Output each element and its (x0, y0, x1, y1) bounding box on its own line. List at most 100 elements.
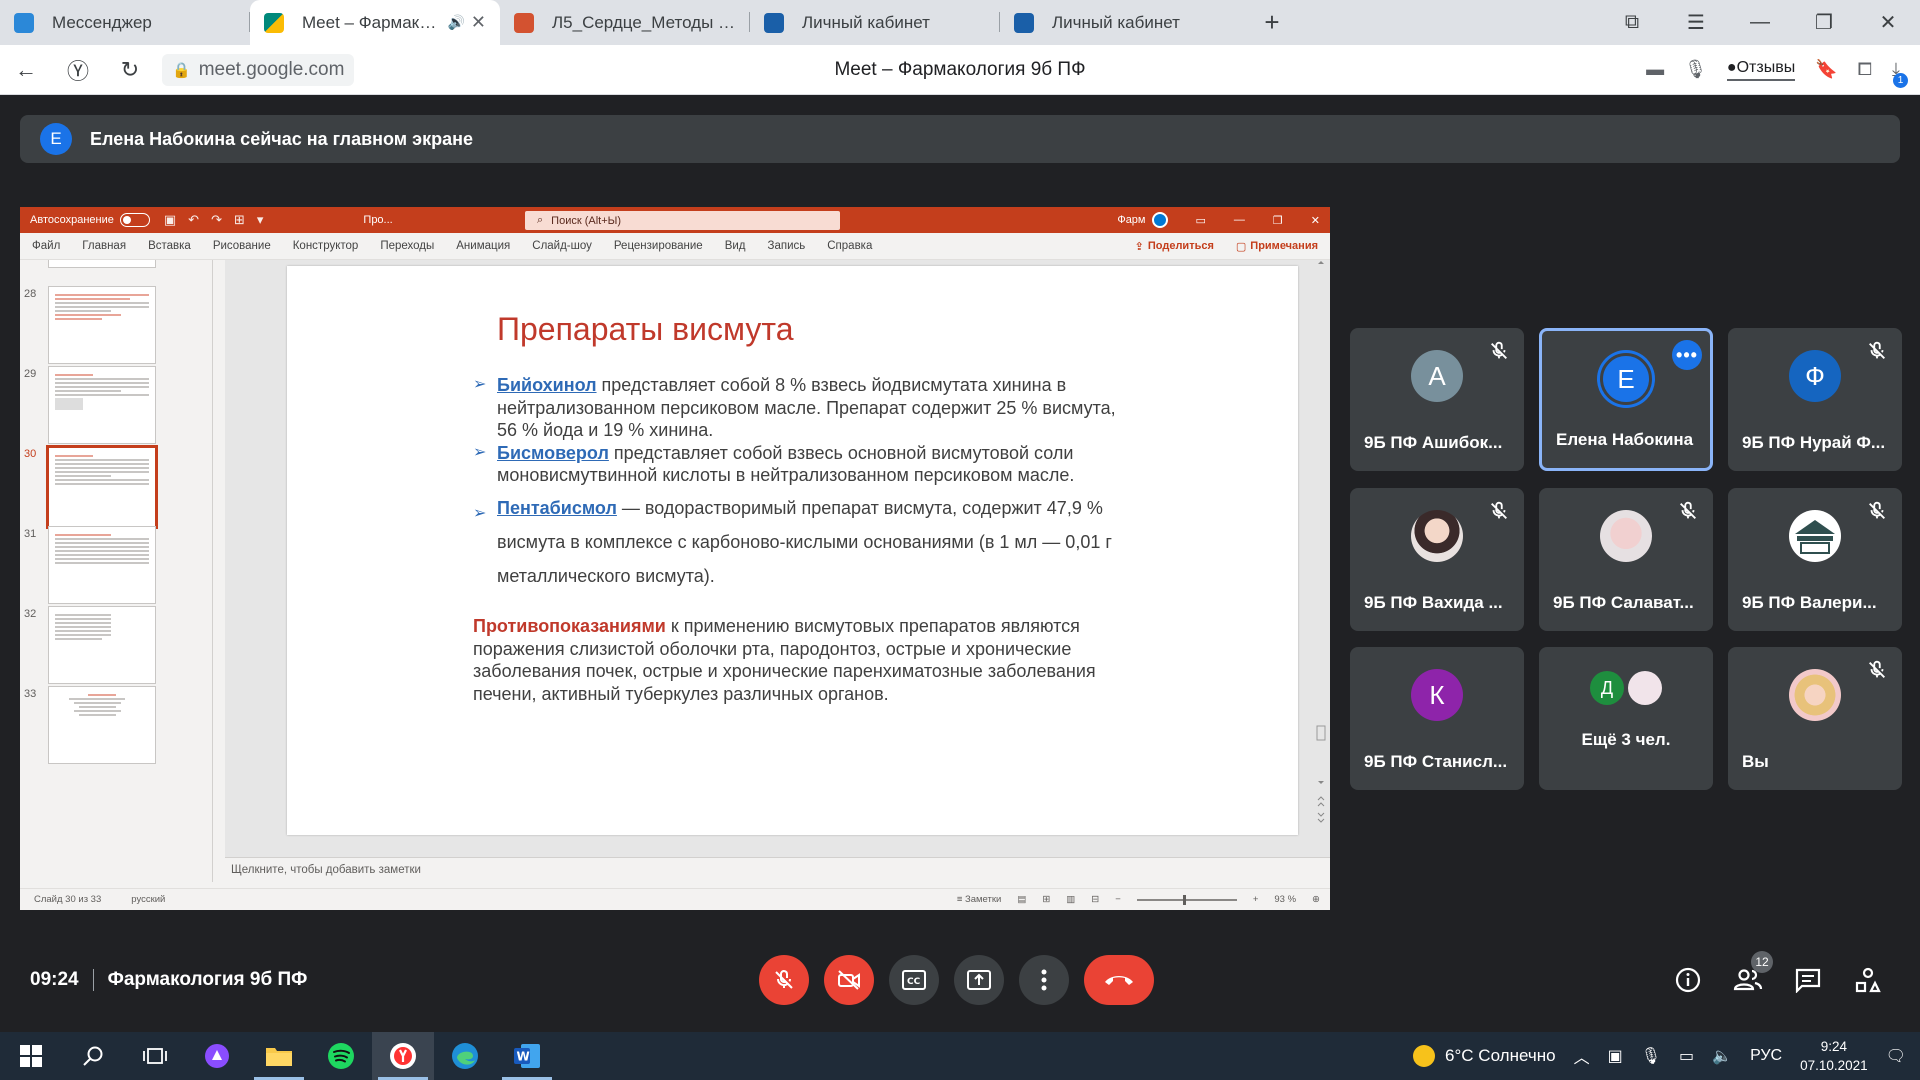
search-button[interactable] (62, 1032, 124, 1080)
menu-animations[interactable]: Анимация (456, 240, 510, 252)
task-view-button[interactable] (124, 1032, 186, 1080)
file-explorer-button[interactable] (248, 1032, 310, 1080)
ppt-search-box[interactable]: ⌕ Поиск (Alt+Ы) (525, 211, 840, 230)
save-icon[interactable]: ▣ (164, 212, 176, 228)
reading-view-icon[interactable]: ▥ (1066, 894, 1075, 905)
document-name[interactable]: Про... (363, 214, 392, 226)
participant-tile[interactable]: А 9Б ПФ Ашибок... (1350, 328, 1524, 471)
undo-icon[interactable]: ↶ (188, 212, 199, 228)
word-button[interactable]: W (496, 1032, 558, 1080)
slide-thumbnail[interactable] (48, 606, 156, 684)
slide-thumbnail[interactable] (48, 286, 156, 364)
fit-slide-icon[interactable]: ⊕ (1312, 894, 1320, 905)
customize-icon[interactable]: ▾ (257, 212, 264, 228)
url-field[interactable]: 🔒 meet.google.com (162, 53, 355, 86)
slide-thumbnail[interactable] (48, 366, 156, 444)
close-window-button[interactable]: ✕ (1856, 10, 1920, 35)
participant-tile[interactable]: 9Б ПФ Валери... (1728, 488, 1902, 631)
menu-icon[interactable]: ☰ (1664, 10, 1728, 35)
reload-button[interactable]: ↻ (104, 57, 156, 83)
share-button[interactable]: ⇪ Поделиться (1135, 240, 1214, 253)
slideshow-icon[interactable]: ⊟ (1091, 894, 1099, 905)
microphone-icon[interactable]: 🎙 (1641, 1046, 1661, 1066)
normal-view-icon[interactable]: ▤ (1017, 894, 1026, 905)
slide[interactable]: Препараты висмута ➢ Бийохинол представля… (287, 266, 1298, 835)
volume-icon[interactable]: 🔈 (1712, 1046, 1732, 1066)
network-icon[interactable]: ▭ (1679, 1046, 1694, 1066)
slide-thumbnail[interactable] (48, 526, 156, 604)
restore-button[interactable]: ❐ (1273, 214, 1283, 227)
camera-in-use-icon[interactable]: ▣ (1608, 1046, 1623, 1066)
extensions-icon[interactable]: ⧠ (1858, 59, 1872, 80)
shared-screen[interactable]: Автосохранение ▣ ↶ ↷ ⊞ ▾ Про... ⌕ Поиск … (20, 207, 1330, 910)
menu-home[interactable]: Главная (82, 240, 126, 252)
menu-record[interactable]: Запись (768, 240, 806, 252)
tab-presentation[interactable]: Л5_Сердце_Методы Иссле (500, 0, 750, 45)
autosave-toggle[interactable]: Автосохранение (30, 213, 150, 227)
participant-tile[interactable]: 9Б ПФ Вахида ... (1350, 488, 1524, 631)
participant-tile-presenter[interactable]: ••• Е Елена Набокина (1539, 328, 1713, 471)
bookmark-icon[interactable]: 🔖 (1815, 59, 1837, 80)
slide-scrollbar[interactable] (1316, 260, 1326, 830)
tab-meet[interactable]: Meet – Фармакологи 🔊 ✕ (250, 0, 500, 45)
downloads-button[interactable]: ⤓ 1 (1892, 59, 1908, 88)
notifications-icon[interactable]: 🗨 (1886, 1046, 1906, 1066)
participant-tile[interactable]: К 9Б ПФ Станисл... (1350, 647, 1524, 790)
camera-icon[interactable]: ▬ (1646, 59, 1664, 80)
leave-call-button[interactable] (1084, 955, 1154, 1005)
ribbon-display-icon[interactable]: ▭ (1196, 214, 1206, 227)
close-icon[interactable]: ✕ (471, 12, 486, 33)
yandex-icon[interactable]: Ⓨ (52, 54, 104, 86)
menu-file[interactable]: Файл (32, 240, 60, 252)
slide-sorter-icon[interactable]: ⊞ (1042, 894, 1050, 905)
input-language[interactable]: РУС (1750, 1047, 1782, 1065)
participant-tile[interactable]: Ф 9Б ПФ Нурай Ф... (1728, 328, 1902, 471)
more-options-button[interactable] (1019, 955, 1069, 1005)
minimize-button[interactable]: — (1728, 11, 1792, 34)
menu-review[interactable]: Рецензирование (614, 240, 703, 252)
more-participants-tile[interactable]: Д Ещё 3 чел. (1539, 647, 1713, 790)
spotify-button[interactable] (310, 1032, 372, 1080)
restore-button[interactable]: ❐ (1792, 10, 1856, 35)
alice-assistant-button[interactable] (186, 1032, 248, 1080)
yandex-browser-button[interactable] (372, 1032, 434, 1080)
tab-messenger[interactable]: Мессенджер (0, 0, 250, 45)
zoom-out-button[interactable]: − (1115, 894, 1121, 905)
toggle-mic-button[interactable] (759, 955, 809, 1005)
menu-design[interactable]: Конструктор (293, 240, 359, 252)
more-options-icon[interactable]: ••• (1672, 340, 1702, 370)
back-button[interactable]: ← (0, 57, 52, 83)
menu-view[interactable]: Вид (725, 240, 746, 252)
menu-insert[interactable]: Вставка (148, 240, 191, 252)
self-tile[interactable]: Вы (1728, 647, 1902, 790)
participants-button[interactable]: 12 (1733, 951, 1773, 995)
microphone-icon[interactable]: 🎙 (1684, 59, 1707, 80)
weather-widget[interactable]: 6°C Солнечно (1413, 1045, 1556, 1067)
zoom-in-button[interactable]: + (1253, 894, 1259, 905)
thumbnails-scrollbar[interactable] (212, 260, 222, 882)
notes-field[interactable]: Щелкните, чтобы добавить заметки (225, 857, 1330, 882)
menu-help[interactable]: Справка (827, 240, 872, 252)
toggle-camera-button[interactable] (824, 955, 874, 1005)
notes-toggle-button[interactable]: ≡ Заметки (957, 894, 1002, 905)
meeting-details-button[interactable] (1673, 965, 1703, 995)
comments-button[interactable]: ▢ Примечания (1236, 240, 1318, 253)
edge-button[interactable] (434, 1032, 496, 1080)
system-clock[interactable]: 9:24 07.10.2021 (1800, 1037, 1868, 1075)
bookmarks-icon[interactable]: ⧉ (1600, 11, 1664, 34)
menu-transitions[interactable]: Переходы (380, 240, 434, 252)
redo-icon[interactable]: ↷ (211, 212, 222, 228)
minimize-button[interactable]: — (1234, 214, 1245, 226)
participant-tile[interactable]: 9Б ПФ Салават... (1539, 488, 1713, 631)
language-indicator[interactable]: русский (131, 894, 165, 905)
zoom-level[interactable]: 93 % (1274, 894, 1296, 905)
slide-thumbnail-selected[interactable] (46, 445, 158, 529)
ppt-user[interactable]: Фарм (1117, 212, 1168, 228)
tab-personal-cabinet-2[interactable]: Личный кабинет (1000, 0, 1250, 45)
zoom-slider[interactable] (1136, 894, 1237, 905)
speaker-icon[interactable]: 🔊 (447, 14, 464, 31)
new-tab-button[interactable]: + (1250, 0, 1294, 45)
captions-button[interactable]: CC (889, 955, 939, 1005)
menu-draw[interactable]: Рисование (213, 240, 271, 252)
activities-button[interactable] (1853, 965, 1883, 995)
